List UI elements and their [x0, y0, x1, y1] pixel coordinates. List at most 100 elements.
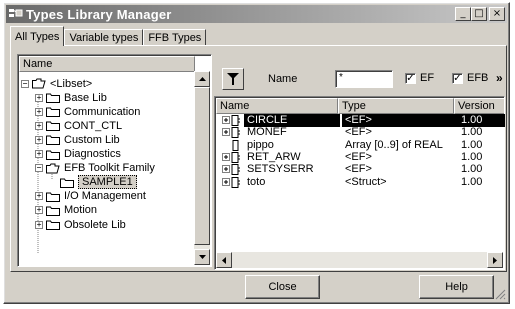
list-row[interactable]: toto <Struct> 1.00 [218, 176, 508, 189]
folder-icon [46, 220, 60, 230]
collapse-minus-icon[interactable]: − [35, 164, 43, 173]
tab-variable-types[interactable]: Variable types [64, 29, 144, 46]
types-list: CIRCLE <EF> 1.00 MONEF <EF> 1.00 pippo Array [0… [218, 96, 505, 266]
name-filter-label: Name [268, 73, 298, 85]
cell-name: MONEF [247, 126, 287, 139]
function-block-icon [222, 115, 240, 126]
close-window-button[interactable]: × [489, 7, 505, 21]
function-block-icon [222, 127, 240, 139]
tree-item-label: I/O Management [64, 190, 146, 203]
help-button[interactable]: Help [419, 275, 494, 299]
tab-all-types[interactable]: All Types [10, 26, 65, 46]
tree-vertical-scrollbar[interactable] [194, 71, 210, 265]
function-block-icon [222, 151, 240, 163]
folder-icon [46, 121, 60, 132]
title-bar[interactable]: Types Library Manager _ □ × [6, 5, 507, 23]
function-block-icon [222, 176, 240, 188]
folder-icon [46, 93, 60, 104]
expand-plus-icon[interactable]: + [35, 206, 43, 215]
cell-version: 1.00 [461, 126, 483, 139]
list-row[interactable]: MONEF <EF> 1.00 [218, 126, 508, 139]
list-row[interactable]: CIRCLE <EF> 1.00 [218, 114, 508, 127]
tree-item[interactable]: + Diagnostics [35, 148, 121, 161]
ef-checkbox-box[interactable]: ✓ [405, 72, 416, 84]
more-options-chevron[interactable]: » [496, 71, 503, 85]
filter-toolbar: Name * ✓ EF ✓ EFB » [218, 66, 507, 92]
cell-name: RET_ARW [247, 150, 301, 163]
expand-plus-icon[interactable]: + [35, 150, 43, 158]
cell-type: <EF> [345, 150, 372, 163]
cell-name: pippo [247, 138, 274, 151]
tree-item[interactable]: − <Libset> [21, 77, 92, 90]
tree-item-label: Obsolete Lib [64, 218, 126, 231]
tab-strip: All Types Variable types FFB Types [10, 26, 207, 46]
tree-item[interactable]: SAMPLE1 [49, 175, 137, 190]
list-scroll-right-button[interactable] [487, 252, 503, 268]
tree-item[interactable]: + Obsolete Lib [35, 218, 126, 231]
tree-item-label: CONT_CTL [64, 119, 123, 132]
tree-item[interactable]: + I/O Management [35, 190, 146, 203]
tree-scroll-down-button[interactable] [194, 249, 210, 265]
folder-icon [46, 135, 60, 146]
efb-checkbox-box[interactable]: ✓ [452, 72, 463, 84]
filter-button[interactable] [222, 68, 244, 90]
cell-version: 1.00 [461, 138, 483, 151]
cell-version: 1.00 [461, 175, 483, 188]
list-row[interactable]: RET_ARW <EF> 1.00 [218, 151, 508, 164]
folder-icon [60, 178, 74, 188]
arrow-left-icon [222, 256, 226, 264]
list-horizontal-scrollbar[interactable] [216, 252, 503, 268]
cell-name: toto [247, 175, 266, 188]
folder-icon [46, 192, 60, 202]
list-row[interactable]: pippo Array [0..9] of REAL 1.00 [218, 139, 508, 152]
tree-item-label: Diagnostics [64, 148, 121, 160]
expand-plus-icon[interactable]: + [35, 135, 43, 144]
folder-icon [46, 150, 60, 160]
expand-plus-icon[interactable]: + [35, 93, 43, 102]
cell-version: 1.00 [461, 150, 483, 163]
tree-item[interactable]: + Motion [35, 204, 97, 217]
name-filter-input[interactable]: * [335, 70, 393, 88]
folder-icon [46, 107, 60, 118]
cell-type: <EF> [345, 163, 372, 176]
efb-checkbox-label: EFB [467, 72, 489, 84]
ef-checkbox-label: EF [420, 72, 435, 84]
list-scroll-left-button[interactable] [216, 252, 232, 268]
open-folder-icon [46, 163, 60, 174]
cell-name: CIRCLE [244, 114, 340, 127]
resize-grip-icon[interactable] [495, 289, 506, 300]
tree-item[interactable]: + CONT_CTL [35, 119, 122, 132]
ef-checkbox[interactable]: ✓ EF [405, 72, 434, 84]
tree-name-header[interactable]: Name [19, 56, 195, 72]
tree-scroll-up-button[interactable] [194, 71, 210, 87]
efb-checkbox[interactable]: ✓ EFB [452, 72, 488, 84]
expand-plus-icon[interactable]: + [35, 192, 43, 201]
cell-type: <Struct> [345, 175, 387, 188]
arrow-down-icon [198, 255, 206, 259]
tree-item[interactable]: + Communication [35, 105, 140, 118]
list-row[interactable]: SETSYSERR <EF> 1.00 [218, 163, 508, 176]
tree-item[interactable]: + Custom Lib [35, 133, 120, 146]
open-folder-icon [32, 78, 46, 89]
app-icon [9, 9, 23, 17]
tree-item-label: Custom Lib [64, 133, 120, 146]
collapse-minus-icon[interactable]: − [21, 79, 29, 88]
tree-item[interactable]: + Base Lib [35, 91, 107, 104]
tree-item-label: Base Lib [64, 91, 107, 104]
expand-plus-icon[interactable]: + [35, 220, 43, 229]
expand-plus-icon[interactable]: + [35, 107, 43, 116]
tab-ffb-types[interactable]: FFB Types [143, 29, 207, 46]
library-tree: − <Libset> + Base Lib + Communication + CONT_CT… [21, 76, 208, 262]
tree-item-label: EFB Toolkit Family [64, 162, 155, 175]
tree-item-label: Motion [64, 204, 98, 217]
close-button[interactable]: Close [245, 275, 320, 299]
maximize-button[interactable]: □ [471, 7, 487, 21]
tree-item[interactable]: − EFB Toolkit Family [35, 162, 155, 175]
tree-item-label: <Libset> [50, 77, 93, 90]
variable-type-icon [232, 139, 239, 151]
expand-plus-icon[interactable]: + [35, 121, 43, 130]
tree-scroll-thumb[interactable] [194, 87, 210, 245]
minimize-button[interactable]: _ [455, 7, 471, 21]
arrow-up-icon [198, 77, 206, 81]
cell-version: 1.00 [461, 163, 483, 176]
